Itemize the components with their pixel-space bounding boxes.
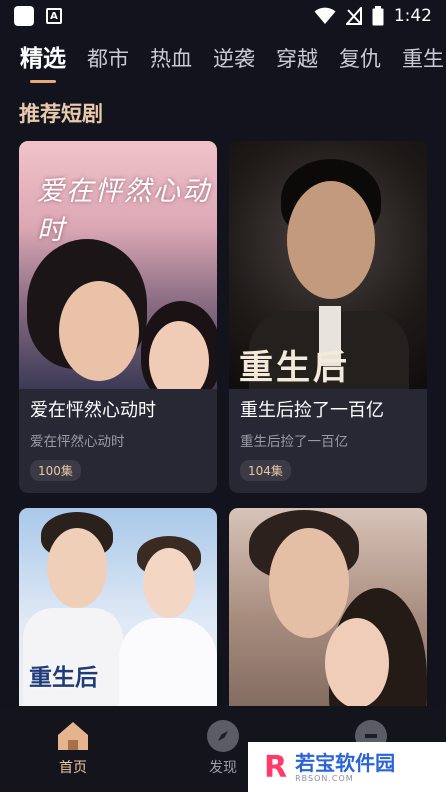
status-bar: A 1:42: [0, 0, 446, 32]
episode-count-badge: 100集: [30, 460, 81, 481]
drama-card[interactable]: 重生后 重生后捡了一百亿 重生后捡了一百亿 104集: [229, 141, 427, 493]
tab-rebirth[interactable]: 重生: [402, 44, 444, 74]
nav-home-label: 首页: [59, 760, 87, 776]
drama-subtitle: 重生后捡了一百亿: [240, 434, 348, 450]
compass-icon: [207, 720, 239, 752]
tab-time-travel[interactable]: 穿越: [276, 44, 318, 74]
tab-revenge[interactable]: 复仇: [339, 44, 381, 74]
wifi-icon: [314, 7, 336, 24]
section-title-recommended: 推荐短剧: [19, 102, 103, 126]
watermark-text: 若宝软件园: [295, 750, 396, 775]
watermark-subtext: RBSON.COM: [295, 773, 354, 783]
app-notification-icon: [14, 6, 34, 26]
drama-title: 重生后捡了一百亿: [240, 400, 384, 421]
watermark-r-icon: R: [264, 749, 288, 785]
drama-card[interactable]: 爱在怦然心动时 爱在怦然心动时 爱在怦然心动时 100集: [19, 141, 217, 493]
no-signal-icon: [345, 7, 362, 25]
home-icon: [58, 722, 88, 750]
notification-a-icon: A: [46, 8, 62, 24]
clock-time: 1:42: [393, 6, 432, 26]
tab-urban[interactable]: 都市: [87, 44, 129, 74]
drama-poster: 重生后: [229, 141, 427, 389]
episode-count-badge: 104集: [240, 460, 291, 481]
nav-home[interactable]: 首页: [38, 720, 108, 777]
tab-featured[interactable]: 精选: [20, 44, 66, 83]
nav-discover-label: 发现: [209, 760, 237, 776]
tab-comeback[interactable]: 逆袭: [213, 44, 255, 74]
drama-poster: 爱在怦然心动时: [19, 141, 217, 389]
category-tabs: 精选 都市 热血 逆袭 穿越 复仇 重生: [0, 44, 446, 90]
poster-title-text: 重生后: [239, 348, 350, 388]
poster-title-text: 爱在怦然心动时: [37, 176, 211, 246]
tab-action[interactable]: 热血: [150, 44, 192, 74]
watermark-logo: R 若宝软件园 RBSON.COM: [248, 742, 446, 792]
drama-title: 爱在怦然心动时: [30, 400, 156, 421]
drama-subtitle: 爱在怦然心动时: [30, 434, 125, 450]
poster-title-text: 重生后: [29, 665, 98, 691]
battery-icon: [372, 6, 384, 26]
